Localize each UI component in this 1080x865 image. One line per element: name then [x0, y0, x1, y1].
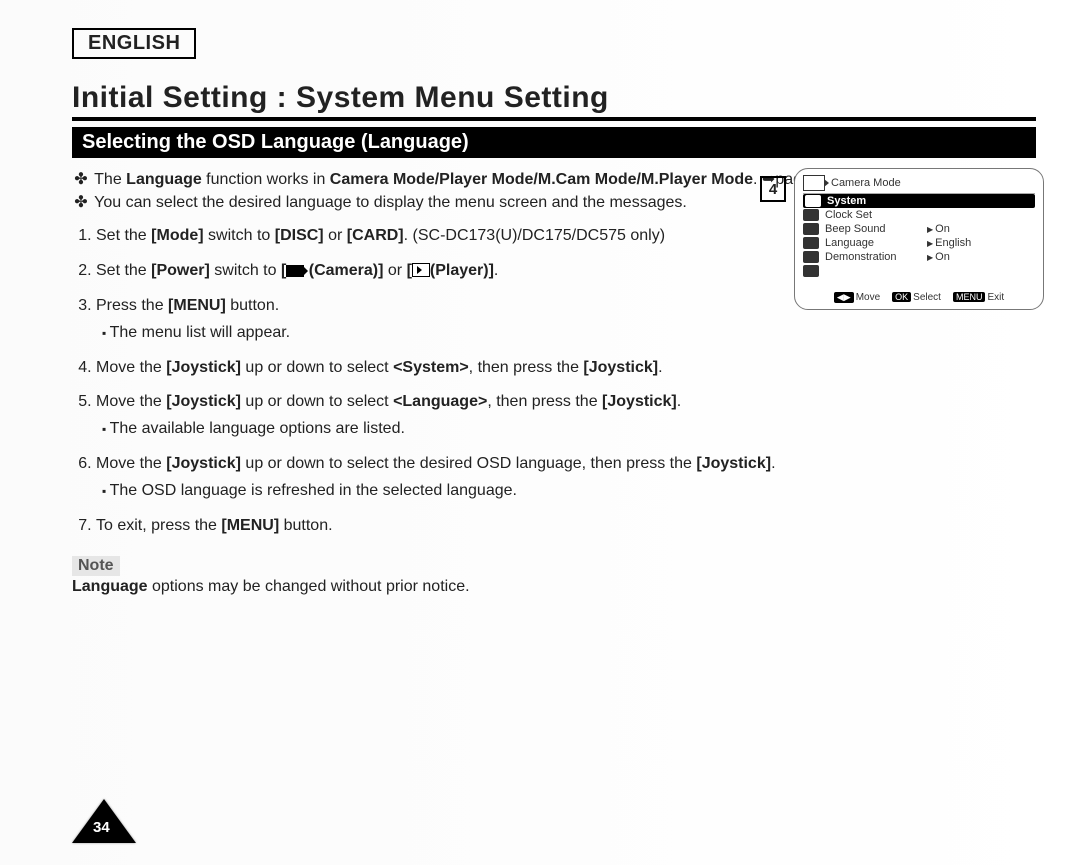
- osd-hint-move: ◀▶Move: [834, 292, 880, 303]
- menu-chip: MENU: [953, 292, 986, 302]
- osd-menu-item: Demonstration On: [803, 250, 1035, 264]
- menu-item-icon: [803, 223, 819, 235]
- step-item: Move the [Joystick] up or down to select…: [96, 452, 776, 504]
- step-item: Move the [Joystick] up or down to select…: [96, 390, 776, 442]
- language-box: ENGLISH: [72, 28, 196, 59]
- menu-item-icon: [803, 265, 819, 277]
- note-label: Note: [72, 556, 120, 576]
- osd-menu: System Clock Set Beep Sound On Language: [803, 193, 1035, 278]
- osd-menu-label: System: [827, 195, 923, 207]
- osd-footer: ◀▶Move OKSelect MENUExit: [803, 292, 1035, 303]
- menu-item-icon: [803, 251, 819, 263]
- section-heading-bar: Selecting the OSD Language (Language): [72, 127, 1036, 158]
- osd-menu-item: Clock Set: [803, 208, 1035, 222]
- osd-menu-label: Beep Sound: [825, 223, 921, 235]
- osd-screen: Camera Mode System Clock Set Beep Sound: [794, 168, 1044, 310]
- sub-item: The OSD language is refreshed in the sel…: [102, 479, 776, 504]
- step-item: Set the [Mode] switch to [DISC] or [CARD…: [96, 224, 776, 249]
- osd-menu-item: Beep Sound On: [803, 222, 1035, 236]
- ok-chip: OK: [892, 292, 911, 302]
- osd-menu-label: Demonstration: [825, 251, 921, 263]
- menu-item-icon: [805, 195, 821, 207]
- osd-menu-label: Clock Set: [825, 209, 921, 221]
- figure-step-number: 4: [760, 176, 786, 202]
- page-number: 34: [93, 819, 110, 836]
- camera-icon: [803, 175, 825, 191]
- note-text: Language options may be changed without …: [72, 578, 1036, 596]
- sub-list: The menu list will appear.: [102, 321, 776, 346]
- diamond-bullet-icon: ✤: [72, 191, 90, 214]
- page-number-badge: 34: [72, 799, 136, 843]
- step-item: Set the [Power] switch to [ (Camera)] or…: [96, 259, 776, 284]
- step-item: Press the [MENU] button. The menu list w…: [96, 294, 776, 346]
- osd-menu-value: On: [927, 223, 950, 235]
- content-area: 4 Camera Mode System Clock Set: [72, 168, 1036, 596]
- osd-title-row: Camera Mode: [803, 175, 1035, 191]
- sub-list: The available language options are liste…: [102, 417, 776, 442]
- joystick-chip: ◀▶: [834, 292, 854, 303]
- sub-list: The OSD language is refreshed in the sel…: [102, 479, 776, 504]
- osd-menu-item: Language English: [803, 236, 1035, 250]
- osd-hint-select: OKSelect: [892, 292, 941, 303]
- osd-menu-item: [803, 264, 1035, 278]
- sub-item: The available language options are liste…: [102, 417, 776, 442]
- osd-menu-item: System: [803, 194, 1035, 208]
- camera-icon: [286, 265, 304, 277]
- osd-figure: 4 Camera Mode System Clock Set: [760, 168, 1044, 310]
- manual-page: ENGLISH Initial Setting : System Menu Se…: [0, 0, 1080, 865]
- page-title: Initial Setting : System Menu Setting: [72, 81, 1036, 121]
- step-item: To exit, press the [MENU] button.: [96, 514, 776, 539]
- menu-item-icon: [803, 209, 819, 221]
- play-icon: [412, 263, 430, 277]
- osd-menu-value: On: [927, 251, 950, 263]
- osd-mode-title: Camera Mode: [831, 177, 901, 189]
- menu-item-icon: [803, 237, 819, 249]
- diamond-bullet-icon: ✤: [72, 168, 90, 191]
- osd-hint-exit: MENUExit: [953, 292, 1004, 303]
- osd-menu-value: English: [927, 237, 971, 249]
- step-item: Move the [Joystick] up or down to select…: [96, 356, 776, 381]
- osd-menu-label: Language: [825, 237, 921, 249]
- sub-item: The menu list will appear.: [102, 321, 776, 346]
